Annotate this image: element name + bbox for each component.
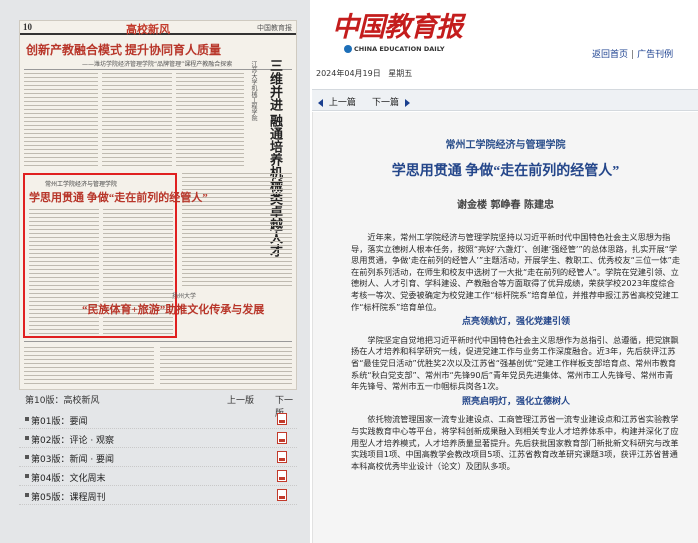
pdf-icon[interactable] [277,432,287,444]
article-paragraph: 依托物流管理国家一流专业建设点、工商管理江苏省一流专业建设点和江苏省实验教学与实… [351,414,679,471]
article-paragraph: 近年来，常州工学院经济与管理学院坚持以习近平新时代中国特色社会主义思想为指导，落… [351,232,681,312]
highlight-school: 常州工学院经济与管理学院 [45,181,118,188]
paper-subhead-top: ——潍坊学院经济管理学院“品牌管理”课程产教融合探索 [82,61,233,68]
article-school: 常州工学院经济与管理学院 [445,140,566,151]
paper-headline-bottom[interactable]: “民族体育+旅游”助推文化传承与发展 [82,301,264,317]
paper-section-title: 高校新风 [126,24,170,36]
bullet-icon [25,493,29,497]
pdf-icon[interactable] [277,489,287,501]
issue-date: 2024年04月19日 星期五 [312,68,698,81]
pdf-icon[interactable] [277,470,287,482]
paper-headline-top[interactable]: 创新产教融合模式 提升协同育人质量 [26,41,221,58]
paper-vertical-small: 江苏大学机械工程学院 [250,61,257,121]
page-list: 第01版：要闻 第02版：评论 · 观察 第03版：新闻 · 要闻 第04版：文… [19,410,297,505]
newspaper-page-image[interactable]: 10 高校新风 中国教育报 创新产教融合模式 提升协同育人质量 ——潍坊学院经济… [19,20,297,390]
logo-chinese: 中国教育报 [332,12,463,42]
article-title: 学思用贯通 争做“走在前列的经管人” [391,164,620,179]
page-list-label[interactable]: 第03版：新闻 · 要闻 [31,452,114,465]
bullet-icon [25,417,29,421]
prev-page-link[interactable]: 上一版 [227,393,254,406]
next-article-button[interactable]: 下一篇 [372,95,413,108]
page-list-label[interactable]: 第04版：文化周末 [31,471,105,484]
prev-article-button[interactable]: 上一篇 [318,95,356,108]
page-list-label[interactable]: 第01版：要闻 [31,414,87,427]
page-list-item[interactable]: 第02版：评论 · 观察 [19,429,297,448]
bullet-icon [25,455,29,459]
issue-weekday: 星期五 [388,69,413,78]
page-list-label[interactable]: 第05版：课程周刊 [31,490,105,503]
top-links: 返回首页 | 广告刊例 [592,47,673,60]
text-block [24,347,154,387]
page-list-item[interactable]: 第04版：文化周末 [19,467,297,486]
text-block [102,73,172,169]
issue-date-text: 2024年04月19日 [316,69,381,78]
page-list-item[interactable]: 第03版：新闻 · 要闻 [19,448,297,467]
logo-english: CHINA EDUCATION DAILY [354,45,445,53]
divider [24,341,292,342]
article-subheading: 点亮领航灯，强化党建引领 [461,317,570,328]
link-separator: | [631,50,635,60]
current-page-label: 第10版：高校新风 [25,396,100,406]
page-list-item[interactable]: 第01版：要闻 [19,410,297,429]
paper-page-number: 10 [23,22,32,32]
paper-masthead: 中国教育报 [257,24,292,32]
article-paragraph: 学院坚定自觉地把习近平新时代中国特色社会主义思想作为总指引、总遵循，把党旗飘扬在… [351,334,679,392]
article-panel: 常州工学院经济与管理学院 学思用贯通 争做“走在前列的经管人” 谢金楼 郭峥春 … [312,112,698,543]
pdf-icon[interactable] [277,451,287,463]
prev-article-label: 上一篇 [328,98,356,108]
arrow-right-icon [404,98,410,107]
pdf-icon[interactable] [277,413,287,425]
globe-icon [344,45,352,53]
article-subheading: 照亮启明灯，强化立德树人 [461,396,570,407]
paper-bottom-small: 扬州大学 [172,293,197,300]
bullet-icon [25,474,29,478]
text-block [160,347,292,387]
article-body: 近年来，常州工学院经济与管理学院坚持以习近平新时代中国特色社会主义思想为指导，落… [351,232,681,474]
home-link[interactable]: 返回首页 [592,50,628,60]
paper-page-header: 10 高校新风 中国教育报 [20,21,296,36]
left-panel: 10 高校新风 中国教育报 创新产教融合模式 提升协同育人质量 ——潍坊学院经济… [0,0,310,543]
next-article-label: 下一篇 [372,98,400,108]
arrow-left-icon [318,98,323,107]
site-logo[interactable]: 中国教育报 CHINA EDUCATION DAILY [326,5,476,60]
page-pager: 第10版：高校新风 上一版 下一版 [19,391,297,419]
page-list-item[interactable]: 第05版：课程周刊 [19,486,297,505]
text-block [176,73,244,169]
ad-rates-link[interactable]: 广告刊例 [637,50,673,60]
page: 10 高校新风 中国教育报 创新产教融合模式 提升协同育人质量 ——潍坊学院经济… [0,0,698,543]
text-block [24,73,98,169]
article-nav: 上一篇 下一篇 [312,89,698,111]
page-list-label[interactable]: 第02版：评论 · 观察 [31,433,114,446]
highlight-title: 学思用贯通 争做“走在前列的经管人” [29,192,208,204]
bullet-icon [25,436,29,440]
article-authors: 谢金楼 郭峥春 陈建忠 [457,200,554,211]
